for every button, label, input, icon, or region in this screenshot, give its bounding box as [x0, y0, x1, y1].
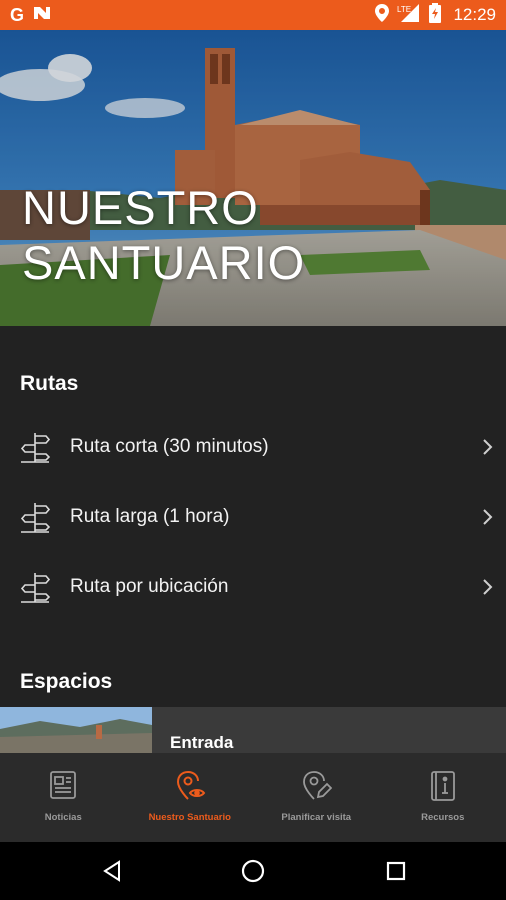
route-item-long[interactable]: Ruta larga (1 hora) [0, 482, 506, 552]
spaces-heading: Espacios [20, 670, 113, 693]
status-bar: G LTE 12:29 [0, 0, 506, 30]
route-item-short[interactable]: Ruta corta (30 minutos) [0, 412, 506, 482]
info-book-icon [430, 771, 455, 801]
space-card-entrada[interactable]: Entrada [0, 707, 506, 753]
chevron-right-icon [483, 509, 493, 525]
home-icon[interactable] [238, 856, 268, 886]
nav-label: Noticias [44, 812, 82, 823]
space-title: Entrada [170, 733, 234, 752]
hero-banner: NUESTRO SANTUARIO [0, 30, 506, 326]
main-content[interactable]: Rutas Ruta corta (30 minutos) Ruta larga… [0, 326, 506, 753]
route-label: Ruta corta (30 minutos) [70, 436, 269, 457]
location-icon [375, 3, 390, 27]
nav-item-planificar-visita[interactable]: Planificar visita [253, 753, 380, 842]
chevron-right-icon [483, 439, 493, 455]
signal-icon: LTE [397, 3, 421, 27]
nav-item-nuestro-santuario[interactable]: Nuestro Santuario [127, 753, 254, 842]
network-type-label: LTE [397, 5, 411, 14]
google-icon: G [10, 4, 25, 25]
signpost-icon [18, 430, 52, 464]
route-label: Ruta por ubicación [70, 576, 229, 597]
recents-icon[interactable] [381, 856, 411, 886]
page-title: NUESTRO SANTUARIO [22, 181, 306, 289]
back-icon[interactable] [97, 856, 127, 886]
nav-label: Nuestro Santuario [148, 812, 231, 823]
newspaper-icon [50, 771, 77, 799]
battery-icon [429, 2, 442, 28]
nav-label: Planificar visita [281, 812, 352, 823]
nav-item-recursos[interactable]: Recursos [380, 753, 506, 842]
routes-heading: Rutas [20, 372, 79, 395]
route-item-location[interactable]: Ruta por ubicación [0, 552, 506, 622]
notification-app-icon [32, 5, 52, 26]
space-thumbnail [0, 707, 152, 753]
bottom-navigation: Noticias Nuestro Santuario Planificar vi… [0, 753, 506, 842]
nav-item-noticias[interactable]: Noticias [0, 753, 127, 842]
system-navigation-bar [0, 842, 506, 900]
signpost-icon [18, 500, 52, 534]
location-eye-icon [176, 771, 206, 800]
signpost-icon [18, 570, 52, 604]
nav-label: Recursos [421, 812, 465, 823]
chevron-right-icon [483, 579, 493, 595]
status-time: 12:29 [453, 5, 496, 24]
route-label: Ruta larga (1 hora) [70, 506, 230, 527]
location-edit-icon [303, 771, 333, 800]
